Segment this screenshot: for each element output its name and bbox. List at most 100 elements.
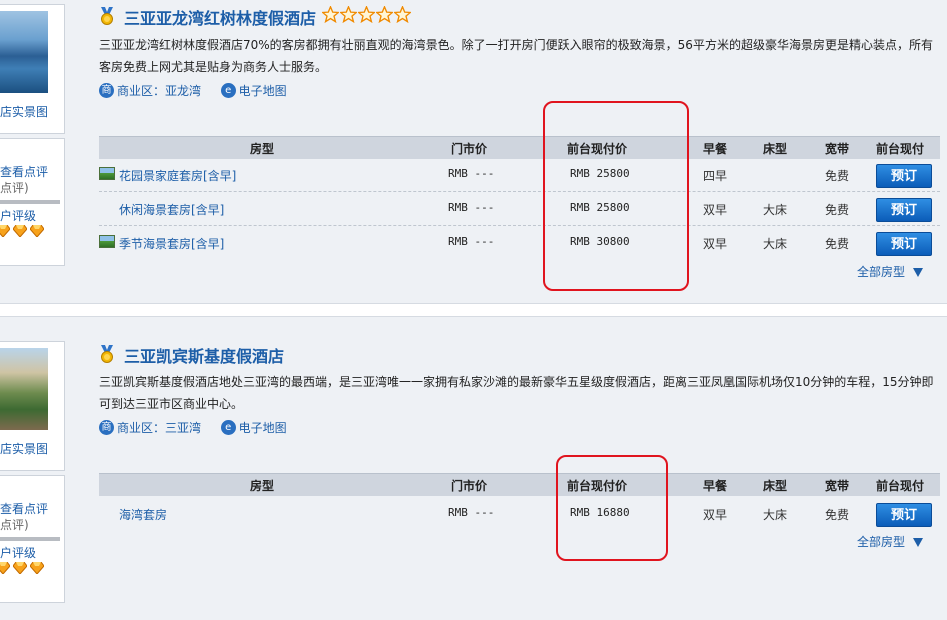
rack-price: RMB --- bbox=[448, 201, 495, 214]
view-reviews-link[interactable]: 查看点评 bbox=[0, 163, 48, 180]
rating-gem-icon bbox=[30, 225, 44, 237]
col-breakfast: 早餐 bbox=[703, 479, 728, 493]
hotel-description: 三亚亚龙湾红树林度假酒店70%的客房都拥有壮丽直观的海湾景色。除了一打开房门便跃… bbox=[99, 38, 933, 74]
hotel-photos-link[interactable]: 店实景图 bbox=[0, 103, 48, 120]
book-button[interactable]: 预订 bbox=[876, 164, 932, 188]
district-icon: 商 bbox=[99, 83, 114, 98]
hotel-photo-box: 店实景图 bbox=[0, 4, 65, 134]
room-name-link[interactable]: 休闲海景套房[含早] bbox=[119, 201, 224, 218]
col-pay-book: 前台现付 bbox=[876, 142, 925, 156]
map-link[interactable]: 电子地图 bbox=[239, 421, 287, 435]
hotel-card-2: 店实景图 查看点评 点评) 户评级 三亚凯宾斯基度假酒店 三亚凯宾斯基度假酒店地… bbox=[0, 317, 947, 620]
book-button[interactable]: 预订 bbox=[876, 198, 932, 222]
hotel-photos-link[interactable]: 店实景图 bbox=[0, 440, 48, 457]
triangle-down-icon[interactable] bbox=[913, 538, 924, 547]
table-row: 海湾套房 RMB --- RMB 16880 双早 大床 免费 预订 bbox=[99, 498, 940, 530]
review-box: 查看点评 点评) 户评级 bbox=[0, 138, 65, 266]
hotel-photo[interactable] bbox=[0, 348, 48, 430]
district-link[interactable]: 商业区：三亚湾 bbox=[117, 421, 201, 435]
medal-icon bbox=[101, 345, 113, 363]
col-rack-price: 门市价 bbox=[451, 479, 488, 493]
col-room-type: 房型 bbox=[250, 142, 275, 156]
table-row: 花园景家庭套房[含早] RMB --- RMB 25800 四早 免费 预订 bbox=[99, 159, 940, 192]
rack-price: RMB --- bbox=[448, 506, 495, 519]
bed-type: 大床 bbox=[763, 508, 788, 522]
rating-bar bbox=[0, 537, 60, 541]
view-reviews-link[interactable]: 查看点评 bbox=[0, 500, 48, 517]
room-photo-icon[interactable] bbox=[99, 167, 115, 180]
star-outline-icon bbox=[358, 6, 375, 23]
col-pay-book: 前台现付 bbox=[876, 479, 925, 493]
bed-type: 大床 bbox=[763, 203, 788, 217]
broadband: 免费 bbox=[825, 169, 850, 183]
map-link[interactable]: 电子地图 bbox=[239, 84, 287, 98]
col-bed: 床型 bbox=[763, 479, 788, 493]
room-photo-icon[interactable] bbox=[99, 235, 115, 248]
rating-gem-icon bbox=[30, 562, 44, 574]
all-room-types-link[interactable]: 全部房型 bbox=[857, 263, 924, 279]
room-table-header: 房型 门市价 前台现付价 早餐 床型 宽带 前台现付 bbox=[99, 473, 940, 496]
hotel-separator bbox=[0, 303, 947, 317]
rack-price: RMB --- bbox=[448, 167, 495, 180]
col-rack-price: 门市价 bbox=[451, 142, 488, 156]
rating-gems bbox=[0, 225, 56, 239]
district-link[interactable]: 商业区：亚龙湾 bbox=[117, 84, 201, 98]
user-rating-label[interactable]: 户评级 bbox=[0, 544, 36, 561]
hotel-card-1: 店实景图 查看点评 点评) 户评级 三亚亚龙湾红树林度假酒店 三亚亚龙湾红树林度… bbox=[0, 0, 947, 303]
hotel-photo-box: 店实景图 bbox=[0, 341, 65, 471]
table-row: 休闲海景套房[含早] RMB --- RMB 25800 双早 大床 免费 预订 bbox=[99, 193, 940, 226]
room-name-link[interactable]: 季节海景套房[含早] bbox=[119, 235, 224, 252]
e-map-icon: e bbox=[220, 420, 236, 435]
hotel-description: 三亚凯宾斯基度假酒店地处三亚湾的最西端，是三亚湾唯一一家拥有私家沙滩的最新豪华五… bbox=[99, 375, 934, 411]
price-highlight-box bbox=[556, 455, 668, 561]
rating-bar bbox=[0, 200, 60, 204]
breakfast: 四早 bbox=[703, 169, 728, 183]
breakfast: 双早 bbox=[703, 237, 728, 251]
rack-price: RMB --- bbox=[448, 235, 495, 248]
hotel-star-rating bbox=[322, 6, 412, 24]
table-row: 季节海景套房[含早] RMB --- RMB 30800 双早 大床 免费 预订 bbox=[99, 227, 940, 259]
star-outline-icon bbox=[322, 6, 339, 23]
book-button[interactable]: 预订 bbox=[876, 232, 932, 256]
hotel-links: 商商业区：亚龙湾 e 电子地图 bbox=[99, 82, 287, 100]
col-breakfast: 早餐 bbox=[703, 142, 728, 156]
broadband: 免费 bbox=[825, 237, 850, 251]
e-map-icon: e bbox=[220, 83, 236, 98]
user-rating-label[interactable]: 户评级 bbox=[0, 207, 36, 224]
breakfast: 双早 bbox=[703, 508, 728, 522]
star-outline-icon bbox=[340, 6, 357, 23]
all-room-types-link[interactable]: 全部房型 bbox=[857, 533, 924, 549]
room-name-link[interactable]: 海湾套房 bbox=[119, 506, 167, 523]
hotel-links: 商商业区：三亚湾 e 电子地图 bbox=[99, 419, 287, 437]
all-room-types-label[interactable]: 全部房型 bbox=[857, 265, 905, 279]
star-outline-icon bbox=[376, 6, 393, 23]
room-table-header: 房型 门市价 前台现付价 早餐 床型 宽带 前台现付 bbox=[99, 136, 940, 159]
review-box: 查看点评 点评) 户评级 bbox=[0, 475, 65, 603]
book-button[interactable]: 预订 bbox=[876, 503, 932, 527]
rating-gem-icon bbox=[0, 225, 10, 237]
broadband: 免费 bbox=[825, 508, 850, 522]
col-room-type: 房型 bbox=[250, 479, 275, 493]
bed-type: 大床 bbox=[763, 237, 788, 251]
star-outline-icon bbox=[394, 6, 411, 23]
col-broadband: 宽带 bbox=[825, 142, 850, 156]
rating-gem-icon bbox=[13, 562, 27, 574]
breakfast: 双早 bbox=[703, 203, 728, 217]
district-icon: 商 bbox=[99, 420, 114, 435]
rating-gem-icon bbox=[13, 225, 27, 237]
review-count: 点评) bbox=[0, 181, 29, 195]
price-highlight-box bbox=[543, 101, 689, 291]
medal-icon bbox=[101, 7, 113, 25]
room-name-link[interactable]: 花园景家庭套房[含早] bbox=[119, 167, 236, 184]
col-broadband: 宽带 bbox=[825, 479, 850, 493]
all-room-types-label[interactable]: 全部房型 bbox=[857, 535, 905, 549]
hotel-photo[interactable] bbox=[0, 11, 48, 93]
rating-gem-icon bbox=[0, 562, 10, 574]
triangle-down-icon[interactable] bbox=[913, 268, 924, 277]
hotel-name[interactable]: 三亚凯宾斯基度假酒店 bbox=[124, 343, 284, 367]
hotel-name[interactable]: 三亚亚龙湾红树林度假酒店 bbox=[124, 5, 316, 29]
rating-gems bbox=[0, 562, 56, 576]
review-count: 点评) bbox=[0, 518, 29, 532]
col-bed: 床型 bbox=[763, 142, 788, 156]
broadband: 免费 bbox=[825, 203, 850, 217]
